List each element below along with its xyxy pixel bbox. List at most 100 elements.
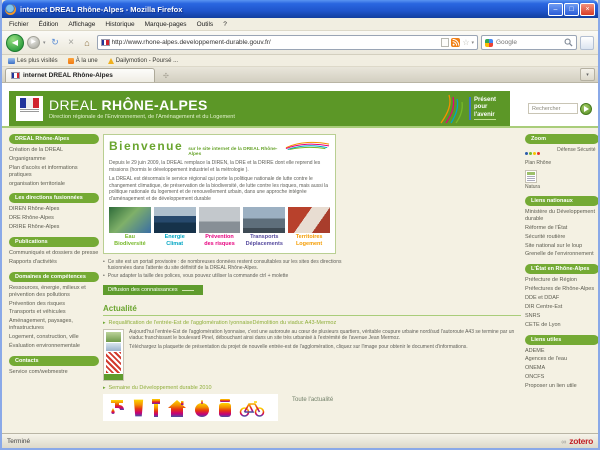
sidebar-link[interactable]: Plan d'accès et informations pratiques [9, 165, 99, 179]
bookmark-a-la-une[interactable]: À la une [68, 58, 98, 64]
sidebar-link[interactable]: ONCFS [525, 374, 598, 381]
menu-edition[interactable]: Édition [39, 21, 59, 28]
sidebar-link[interactable]: Proposer un lien utile [525, 383, 598, 390]
url-bar[interactable]: ☆ ▾ [97, 35, 478, 50]
tab-favicon [11, 72, 20, 79]
sidebar-link[interactable]: CETE de Lyon [525, 322, 598, 329]
sidebar-link[interactable]: Service com/webmestre [9, 369, 99, 376]
new-tab-button[interactable]: ✣ [163, 72, 169, 80]
welcome-paragraph: La DREAL est désormais le service région… [109, 176, 330, 202]
sidebar-section-contacts[interactable]: Contacts [9, 356, 99, 366]
web-search-input[interactable] [496, 39, 561, 46]
zoom-natura[interactable]: Natura [525, 170, 540, 190]
rss-feed-icon[interactable] [451, 38, 460, 47]
category-territoires-logement[interactable]: Territoires Logement [288, 207, 330, 248]
sidebar-link[interactable]: ONEMA [525, 365, 598, 372]
menu-marque-pages[interactable]: Marque-pages [145, 21, 187, 28]
all-news-link[interactable]: Toute l'actualité [292, 397, 333, 403]
zoom-plan-rhone[interactable]: Plan Rhône [525, 147, 551, 166]
sidebar-link[interactable]: organisation territoriale [9, 181, 99, 188]
category-transports-deplacements[interactable]: Transports Déplacements [243, 207, 285, 248]
sidebar-link[interactable]: Transports et véhicules [9, 309, 99, 316]
web-search-box[interactable] [481, 35, 577, 50]
category-eau-biodiversite[interactable]: Eau Biodiversité [109, 207, 151, 248]
sidebar-section-publications[interactable]: Publications [9, 237, 99, 247]
sidebar-link[interactable]: Site national sur le loup [525, 243, 598, 250]
bookmark-star-icon[interactable]: ☆ [462, 39, 469, 47]
bookmark-most-visited[interactable]: Les plus visités [8, 58, 58, 64]
sidebar-link[interactable]: SNRS [525, 313, 598, 320]
history-dropdown-icon[interactable]: ▾ [43, 40, 46, 46]
menu-outils[interactable]: Outils [197, 21, 214, 28]
sidebar-link[interactable]: DRE Rhône-Alpes [9, 215, 99, 222]
sidebar-section-etat-rhone-alpes[interactable]: L'État en Rhône-Alpes [525, 264, 598, 274]
tab-list-button[interactable]: ▾ [580, 68, 595, 81]
sidebar-link[interactable]: Logement, construction, ville [9, 334, 99, 341]
sidebar-link[interactable]: Préfectures de Rhône-Alpes [525, 286, 598, 293]
back-button[interactable]: ◀ [6, 34, 24, 52]
sidebar-section-liens-utiles[interactable]: Liens utiles [525, 335, 598, 345]
category-prevention-risques[interactable]: Prévention des risques [199, 207, 241, 248]
sidebar-link[interactable]: ADEME [525, 348, 598, 355]
sidebar-link[interactable]: DDE et DDAF [525, 295, 598, 302]
note-text: Pour adapter la taille des polices, vous… [108, 273, 289, 280]
news-item-link[interactable]: ▸ Requalification de l'entrée-Est de l'a… [103, 320, 523, 327]
menu-fichier[interactable]: Fichier [9, 21, 29, 28]
sidebar-link[interactable]: Prévention des risques [9, 301, 99, 308]
zotero-label[interactable]: zotero [569, 436, 593, 446]
category-energie-climat[interactable]: Energie Climat [154, 207, 196, 248]
stop-button[interactable]: × [65, 37, 78, 48]
menu-bar: Fichier Édition Affichage Historique Mar… [2, 18, 598, 31]
sidebar-link[interactable]: Organigramme [9, 156, 99, 163]
sidebar-link[interactable]: Rapports d'activités [9, 259, 99, 266]
menu-historique[interactable]: Historique [105, 21, 134, 28]
sidebar-link[interactable]: DIREN Rhône-Alpes [9, 206, 99, 213]
title-bar[interactable]: internet DREAL Rhône-Alpes - Mozilla Fir… [2, 0, 598, 18]
faucet-icon [108, 398, 126, 418]
sidebar-link[interactable]: Ressources, énergie, milieux et préventi… [9, 285, 99, 299]
google-logo-icon[interactable] [485, 39, 493, 47]
sidebar-section-domaines[interactable]: Domaines de compétences [9, 272, 99, 282]
firefox-icon [5, 4, 16, 15]
rainbow-icons-strip[interactable] [103, 394, 278, 421]
site-search-input[interactable] [528, 103, 578, 114]
sidebar-link[interactable]: Agences de l'eau [525, 356, 598, 363]
sidebar-section-directions[interactable]: Les directions fusionnées [9, 193, 99, 203]
zoom-defense-securite[interactable]: Défense Sécurité [557, 147, 595, 166]
url-dropdown-icon[interactable]: ▾ [471, 40, 474, 46]
magnifier-icon[interactable] [564, 38, 573, 47]
republique-francaise-logo [16, 96, 43, 121]
news-brochure-thumbnail[interactable] [103, 329, 124, 381]
tab-dreal[interactable]: internet DREAL Rhône-Alpes [5, 68, 155, 82]
minimize-button[interactable]: – [548, 3, 563, 16]
maximize-button[interactable]: □ [564, 3, 579, 16]
bookmark-dailymotion[interactable]: Dailymotion - Poursé ... [108, 58, 178, 64]
sidebar-link[interactable]: Évaluation environnementale [9, 343, 99, 350]
sidebar-link[interactable]: Sécurité routière [525, 234, 598, 241]
reload-button[interactable]: ↻ [49, 37, 62, 48]
diffusion-connaissances-button[interactable]: Diffusion des connaissances [103, 285, 203, 295]
menu-affichage[interactable]: Affichage [68, 21, 95, 28]
zotero-widget[interactable]: ∞ zotero [561, 436, 593, 446]
sidebar-link[interactable]: Grenelle de l'environnement [525, 251, 598, 258]
forward-button[interactable]: ▶ [27, 36, 40, 49]
sidebar-link[interactable]: DRIRE Rhône-Alpes [9, 224, 99, 231]
sidebar-link[interactable]: Communiqués et dossiers de presse [9, 250, 99, 257]
sidebar-link[interactable]: Aménagement, paysages, infrastructures [9, 318, 99, 332]
home-button[interactable]: ⌂ [81, 38, 94, 48]
sidebar-section-zoom[interactable]: Zoom [525, 134, 598, 144]
sidebar-link[interactable]: Création de la DREAL [9, 147, 99, 154]
close-button[interactable]: × [580, 3, 595, 16]
url-input[interactable] [112, 39, 440, 46]
sidebar-section-liens-nationaux[interactable]: Liens nationaux [525, 196, 598, 206]
news-item-link-semaine[interactable]: ▸ Semaine du Développement durable 2010 [103, 385, 523, 392]
session-window-icon[interactable] [580, 36, 594, 50]
menu-aide[interactable]: ? [223, 21, 227, 28]
sidebar-section-dreal[interactable]: DREAL Rhône-Alpes [9, 134, 99, 144]
sidebar-link[interactable]: Réforme de l'État [525, 225, 598, 232]
sidebar-link[interactable]: DIR Centre-Est [525, 304, 598, 311]
natura-image [525, 170, 537, 183]
search-go-button[interactable] [580, 103, 592, 115]
sidebar-link[interactable]: Préfecture de Région [525, 277, 598, 284]
sidebar-link[interactable]: Ministère du Développement durable [525, 209, 598, 223]
